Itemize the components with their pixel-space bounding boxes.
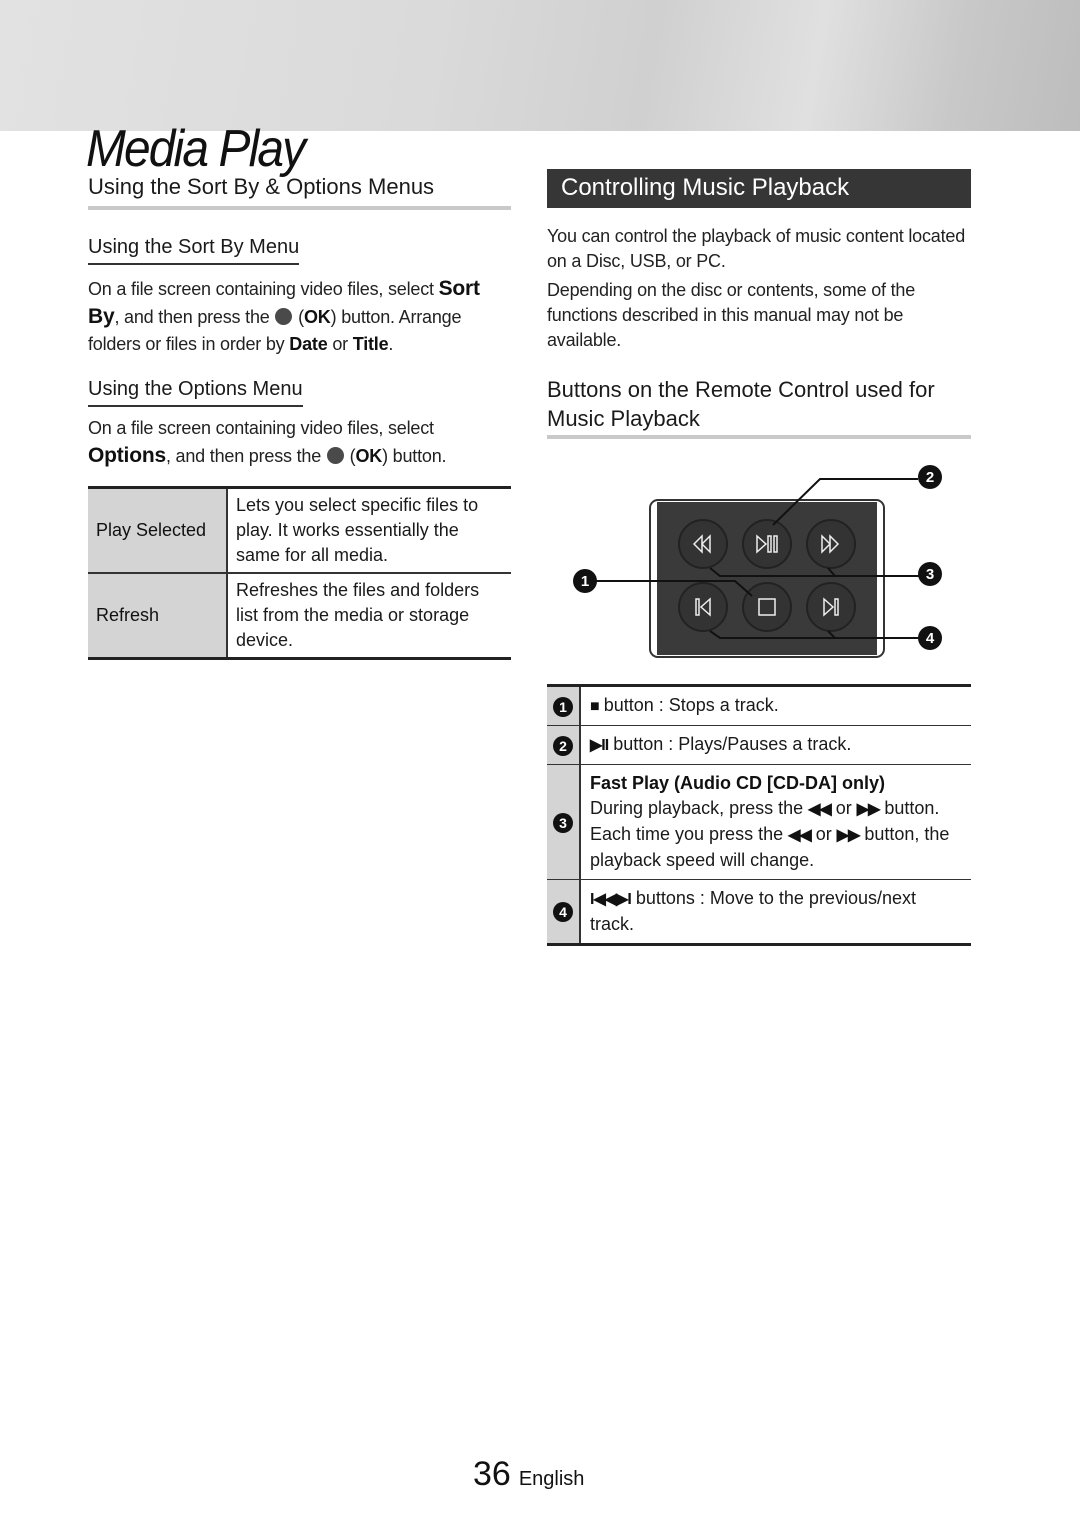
stop-button <box>742 582 792 632</box>
option-name: Play Selected <box>88 487 228 573</box>
text: button. <box>387 446 447 466</box>
fast-forward-icon: ▶▶ <box>836 827 861 844</box>
option-description: Refreshes the files and folders list fro… <box>236 580 480 650</box>
play-pause-button <box>742 519 792 569</box>
text: . <box>388 334 394 354</box>
callout-4: 4 <box>918 626 942 650</box>
play-pause-icon: ▶II <box>590 737 609 754</box>
left-column: Using the Sort By & Options Menus Using … <box>88 170 511 660</box>
subheading-options: Using the Options Menu <box>88 378 303 407</box>
text: Each time you press the <box>590 824 789 844</box>
table-row: 4 I◀◀▶I buttons : Move to the previous/n… <box>547 879 971 945</box>
row-number: 1 <box>547 685 581 726</box>
previous-next-icon: I◀◀▶I <box>590 891 632 908</box>
svg-text:4: 4 <box>926 630 935 647</box>
text: or <box>810 824 837 844</box>
row-number: 2 <box>547 725 581 765</box>
fast-forward-button <box>806 519 856 569</box>
title-term: Title <box>352 334 389 354</box>
text: button : Plays/Pauses a track. <box>613 734 852 754</box>
buttons-heading: Buttons on the Remote Control used for M… <box>547 371 971 439</box>
table-row: 2 ▶II button : Plays/Pauses a track. <box>547 725 971 765</box>
fast-forward-icon: ▶▶ <box>856 801 881 818</box>
sort-by-instructions: On a file screen containing video files,… <box>88 277 480 354</box>
intro-paragraph: You can control the playback of music co… <box>547 226 965 271</box>
date-term: Date <box>289 334 328 354</box>
text: On a file screen containing video files,… <box>88 418 434 438</box>
language-label: English <box>518 1468 585 1490</box>
number-badge: 3 <box>553 812 573 833</box>
section-title-sort-options: Using the Sort By & Options Menus <box>88 170 511 210</box>
stop-icon: ■ <box>590 698 600 715</box>
text: On a file screen containing video files,… <box>88 279 439 299</box>
row-description: Fast Play (Audio CD [CD-DA] only) During… <box>580 765 971 880</box>
note-paragraph: Depending on the disc or contents, some … <box>547 280 916 350</box>
callout-1: 1 <box>573 569 597 593</box>
next-button <box>806 582 856 632</box>
previous-button <box>678 582 728 632</box>
buttons-table: 1 ■ button : Stops a track. 2 ▶II button… <box>547 684 971 946</box>
fast-play-line-2: Each time you press the ◀◀ or ▶▶ button,… <box>590 822 962 873</box>
table-row: Play Selected Lets you select specific f… <box>88 487 511 573</box>
remote-diagram-svg: 1 2 3 4 <box>573 465 942 658</box>
text: buttons : Move to the previous/next trac… <box>590 888 916 934</box>
text: button : Stops a track. <box>603 695 779 715</box>
row-number: 4 <box>547 879 581 945</box>
option-description: Lets you select specific files to play. … <box>236 495 479 565</box>
row-number: 3 <box>547 764 581 880</box>
page-number: 36 <box>473 1455 511 1493</box>
options-instructions: On a file screen containing video files,… <box>88 418 447 467</box>
options-table: Play Selected Lets you select specific f… <box>88 486 511 660</box>
rewind-icon: ◀◀ <box>808 801 832 818</box>
text: or <box>327 334 353 354</box>
option-name: Refresh <box>88 573 228 659</box>
rewind-icon: ◀◀ <box>788 827 812 844</box>
row-description: I◀◀▶I buttons : Move to the previous/nex… <box>580 880 971 945</box>
number-badge: 1 <box>553 696 573 717</box>
number-badge: 2 <box>553 735 573 756</box>
fast-play-line-1: During playback, press the ◀◀ or ▶▶ butt… <box>590 796 962 822</box>
table-row: Refresh Refreshes the files and folders … <box>88 573 511 659</box>
table-row: 1 ■ button : Stops a track. <box>547 685 971 726</box>
svg-text:3: 3 <box>926 566 934 583</box>
page-footer: 36 English <box>473 1455 584 1494</box>
text: , and then press the <box>165 446 326 466</box>
right-column: Controlling Music Playback You can contr… <box>547 169 971 439</box>
rewind-button <box>678 519 728 569</box>
table-row: 3 Fast Play (Audio CD [CD-DA] only) Duri… <box>547 764 971 880</box>
callout-2: 2 <box>918 465 942 489</box>
text: or <box>830 798 857 818</box>
ok-label: OK <box>355 446 383 466</box>
text: During playback, press the <box>590 798 809 818</box>
svg-text:1: 1 <box>581 573 589 590</box>
text: , and then press the <box>114 307 275 327</box>
fast-play-heading: Fast Play (Audio CD [CD-DA] only) <box>590 773 885 793</box>
ok-label: OK <box>303 307 331 327</box>
ok-button-icon <box>326 447 344 464</box>
row-description: ▶II button : Plays/Pauses a track. <box>580 726 971 765</box>
remote-diagram: 1 2 3 4 <box>560 455 980 670</box>
number-badge: 4 <box>553 902 573 922</box>
ok-button-icon <box>275 308 293 325</box>
text: button. <box>879 798 940 818</box>
callout-3: 3 <box>918 562 942 586</box>
svg-text:2: 2 <box>926 469 934 486</box>
subheading-sort-by: Using the Sort By Menu <box>88 236 300 265</box>
row-description: ■ button : Stops a track. <box>580 686 971 726</box>
header-banner <box>0 0 1080 131</box>
options-term: Options <box>88 444 166 467</box>
section-title-music-playback: Controlling Music Playback <box>547 169 971 208</box>
